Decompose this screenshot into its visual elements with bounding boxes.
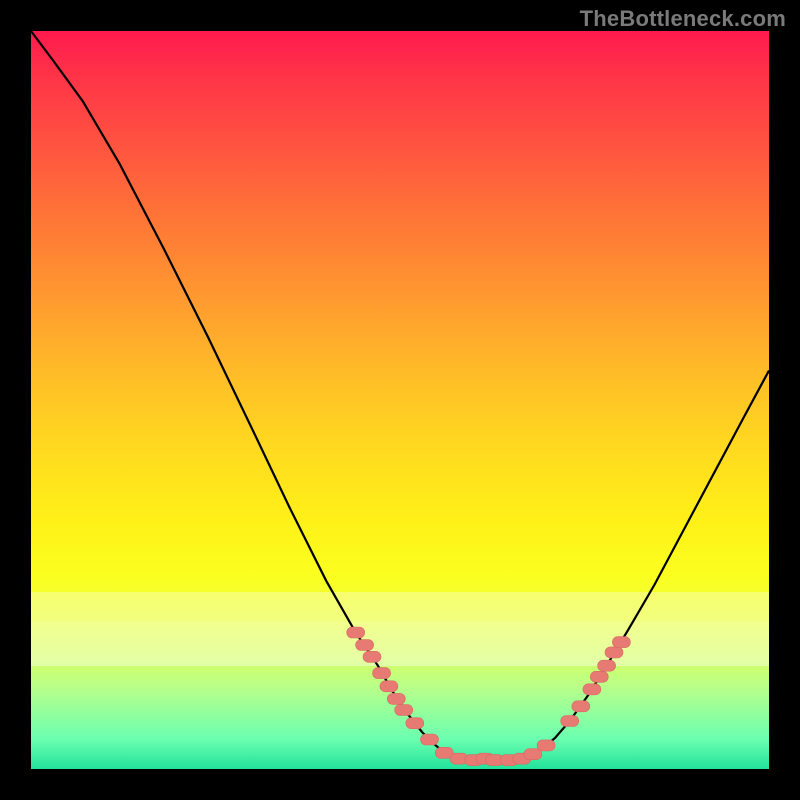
curve-marker — [590, 671, 608, 682]
curve-marker — [380, 681, 398, 692]
curve-marker — [421, 734, 439, 745]
curve-marker — [395, 705, 413, 716]
curve-left — [31, 31, 466, 760]
curve-marker — [387, 693, 405, 704]
curve-marker — [605, 647, 623, 658]
curve-marker — [356, 640, 374, 651]
curve-marker — [347, 627, 365, 638]
curve-marker — [598, 660, 616, 671]
curve-marker — [524, 749, 542, 760]
bottleneck-curve-chart — [31, 31, 769, 769]
curve-marker — [363, 651, 381, 662]
curve-marker — [572, 701, 590, 712]
curve-right — [518, 371, 769, 761]
curve-marker — [583, 684, 601, 695]
curve-marker — [537, 740, 555, 751]
curve-marker — [373, 668, 391, 679]
curve-marker — [406, 718, 424, 729]
curve-marker — [612, 637, 630, 648]
watermark-text: TheBottleneck.com — [580, 6, 786, 32]
curve-marker — [561, 716, 579, 727]
